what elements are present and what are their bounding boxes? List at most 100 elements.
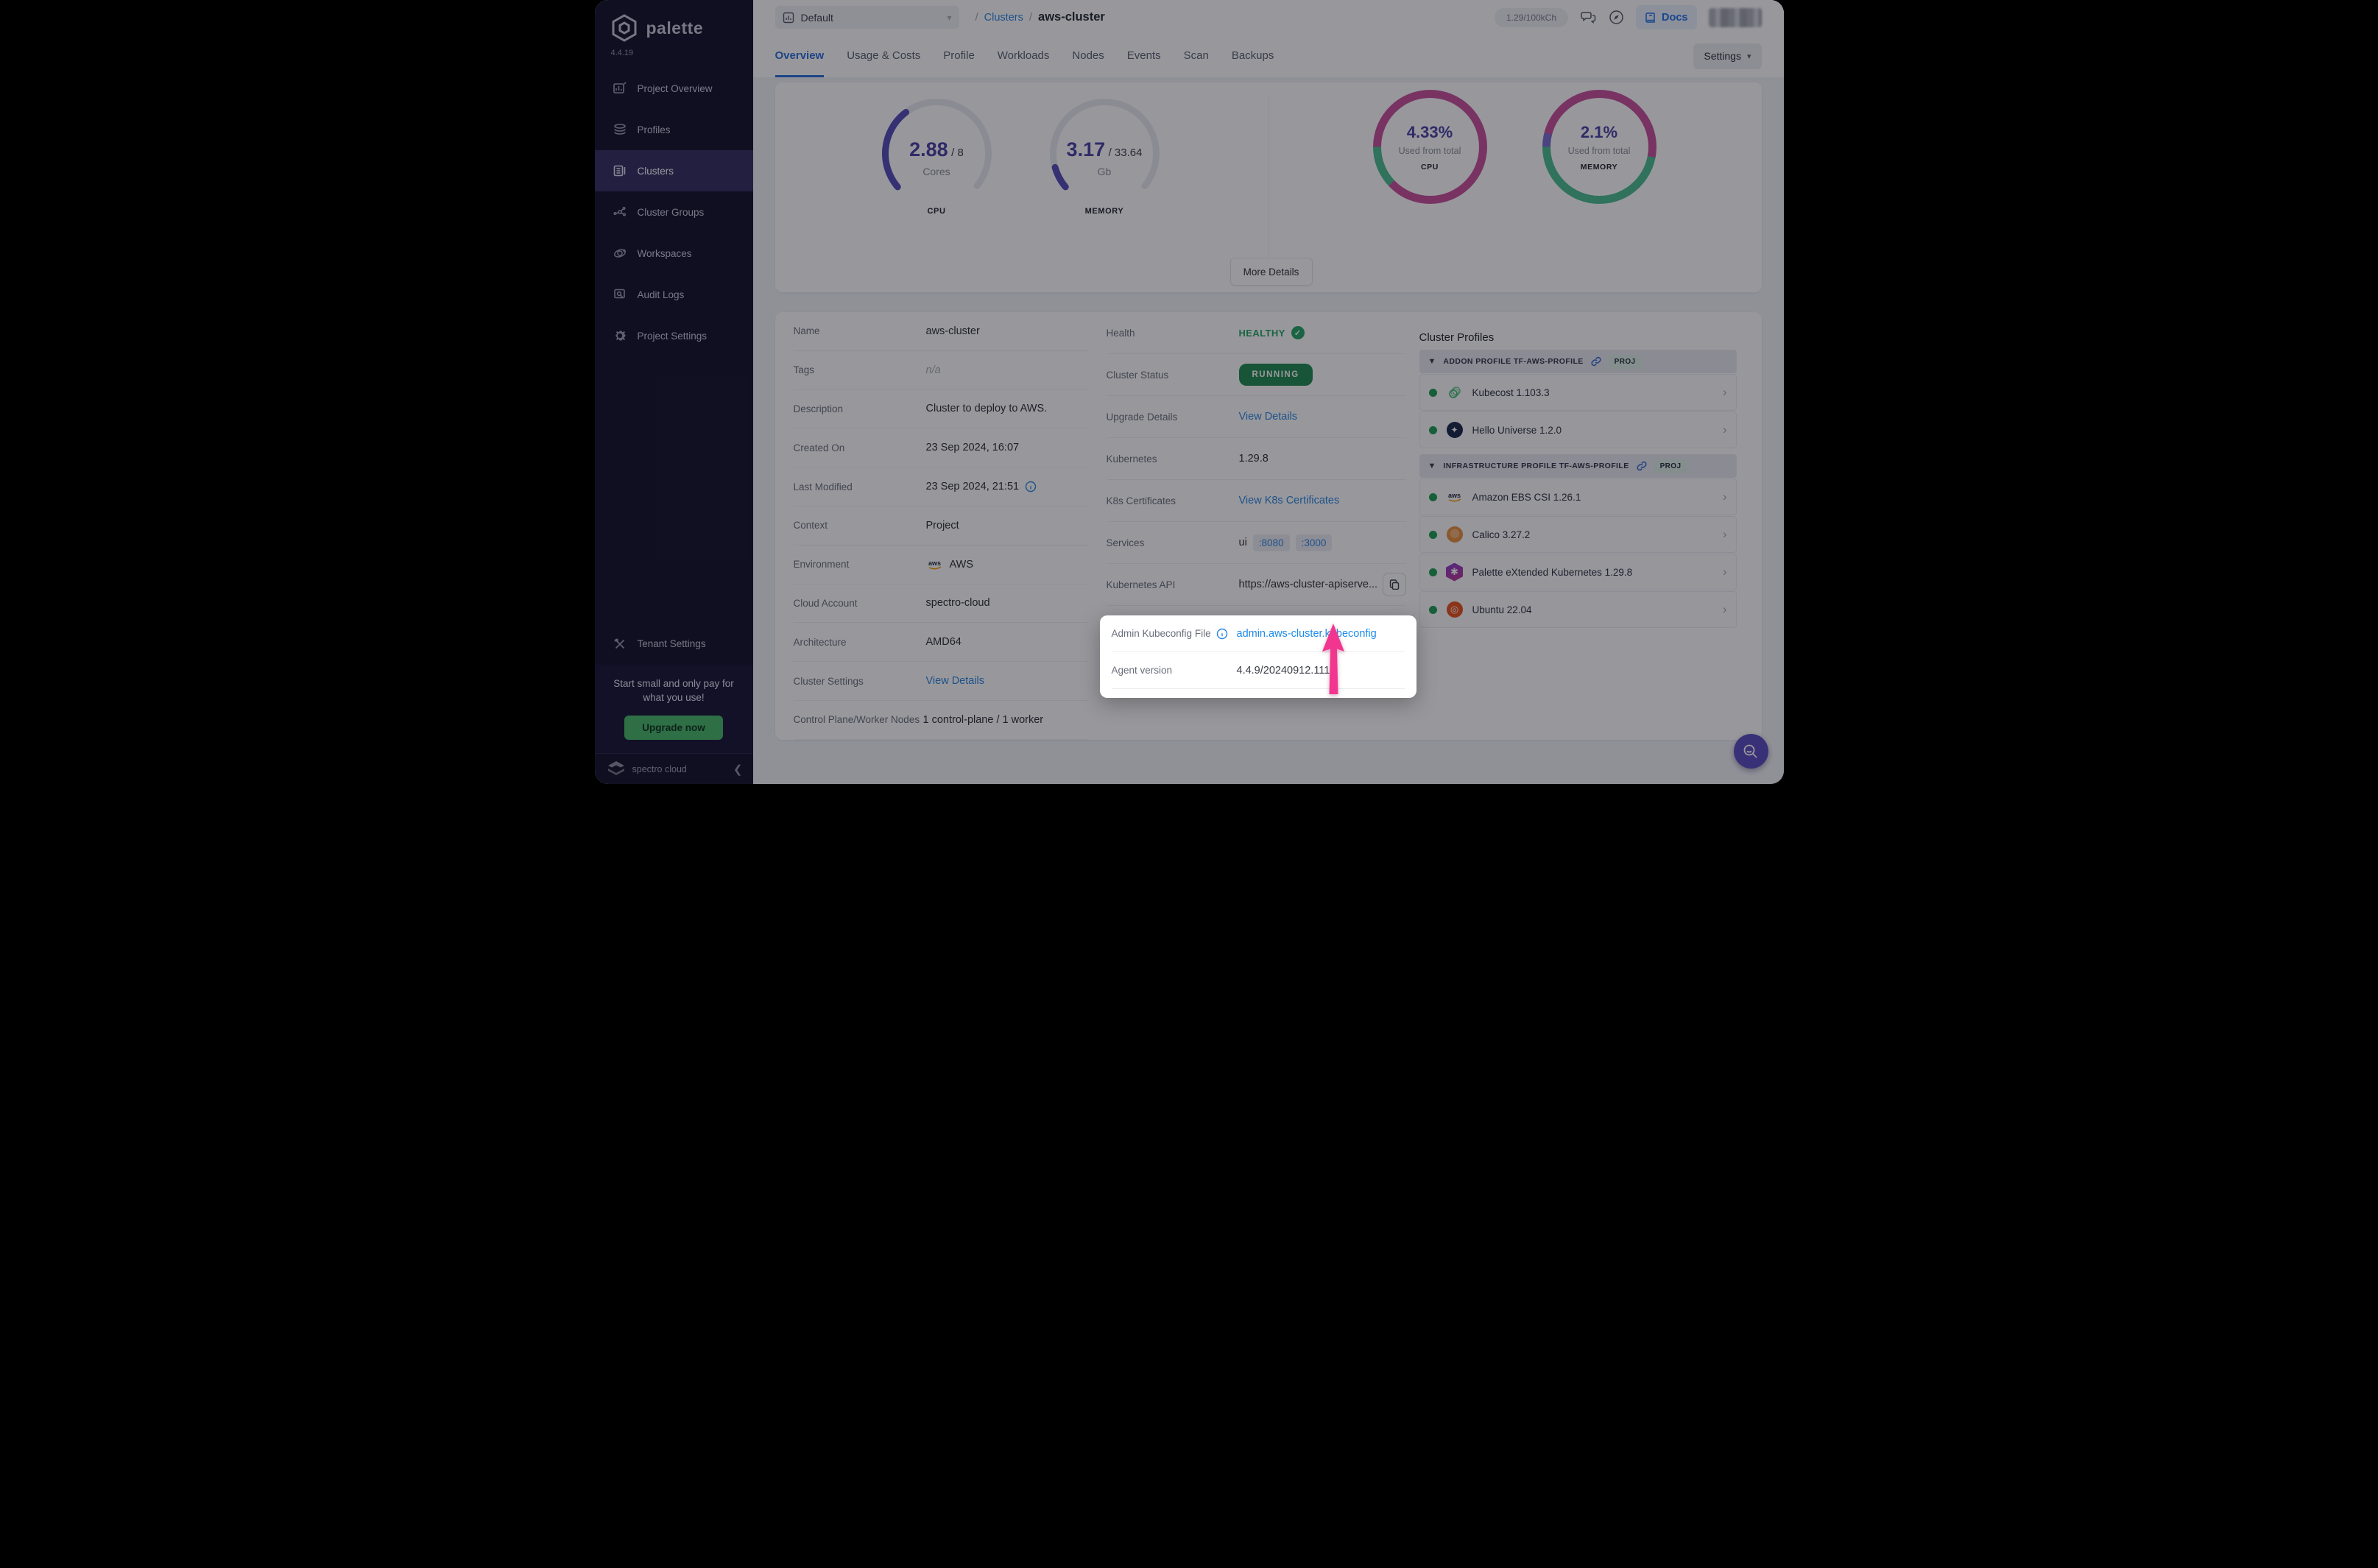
chevron-right-icon: › — [1722, 490, 1727, 504]
sidebar-item-audit-logs[interactable]: Audit Logs — [595, 274, 753, 315]
profile-layer-amazon-ebs-csi[interactable]: aws Amazon EBS CSI 1.26.1 › — [1419, 478, 1737, 515]
kubecost-logo — [1446, 384, 1464, 401]
breadcrumb: / Clusters / aws-cluster — [975, 10, 1105, 24]
user-account-redacted[interactable] — [1708, 7, 1762, 27]
hello-universe-logo: ✦ — [1446, 421, 1464, 439]
tab-profile[interactable]: Profile — [943, 35, 975, 77]
status-dot — [1428, 492, 1437, 501]
profile-layer-calico[interactable]: Calico 3.27.2 › — [1419, 516, 1737, 553]
infrastructure-profile-group-header[interactable]: ▼ INFRASTRUCTURE PROFILE TF-AWS-PROFILE … — [1419, 454, 1737, 478]
detail-row-environment: Environment aws AWS — [793, 545, 1088, 585]
admin-kubeconfig-download-link[interactable]: admin.aws-cluster.kubeconfig — [1237, 628, 1377, 640]
ubuntu-logo: ◎ — [1446, 601, 1464, 618]
project-selector[interactable]: Default ▾ — [775, 6, 959, 29]
status-dot — [1428, 568, 1437, 576]
copy-icon[interactable] — [1383, 573, 1406, 596]
sidebar-item-label: Tenant Settings — [637, 638, 706, 650]
docs-button[interactable]: Docs — [1636, 5, 1697, 29]
breadcrumb-clusters-link[interactable]: Clusters — [984, 12, 1023, 24]
info-icon[interactable] — [1025, 481, 1037, 492]
upgrade-view-details-link[interactable]: View Details — [1239, 411, 1298, 423]
cluster-settings-view-details-link[interactable]: View Details — [926, 675, 985, 687]
tab-scan[interactable]: Scan — [1184, 35, 1209, 77]
brand-header: palette — [595, 0, 753, 44]
chevron-down-icon: ▼ — [1428, 357, 1436, 366]
info-icon[interactable] — [1216, 628, 1228, 640]
check-icon: ✓ — [1291, 326, 1305, 339]
project-selector-value: Default — [800, 11, 833, 24]
project-scope-icon — [783, 12, 794, 24]
detail-row-admin-kubeconfig: Admin Kubeconfig File admin.aws-cluster.… — [1111, 615, 1405, 652]
sidebar-item-label: Profiles — [637, 124, 671, 135]
breadcrumb-current: aws-cluster — [1038, 10, 1105, 24]
collapse-sidebar-icon[interactable]: ❮ — [733, 763, 743, 776]
sidebar-item-tenant-settings[interactable]: Tenant Settings — [595, 624, 753, 665]
tab-workloads[interactable]: Workloads — [998, 35, 1050, 77]
detail-row-nodes: Control Plane/Worker Nodes 1 control-pla… — [793, 701, 1088, 740]
chevron-right-icon: › — [1722, 565, 1727, 579]
chevron-down-icon: ▼ — [1428, 462, 1436, 470]
sidebar-item-profiles[interactable]: Profiles — [595, 109, 753, 150]
top-bar: Default ▾ / Clusters / aws-cluster 1.29/… — [752, 0, 1784, 77]
sidebar-item-label: Workspaces — [637, 247, 692, 259]
sidebar-item-label: Clusters — [637, 165, 674, 177]
sidebar-item-workspaces[interactable]: Workspaces — [595, 233, 753, 274]
tab-nodes[interactable]: Nodes — [1072, 35, 1104, 77]
sidebar-item-cluster-groups[interactable]: Cluster Groups — [595, 191, 753, 233]
service-port-3000-link[interactable]: :3000 — [1295, 534, 1333, 551]
sidebar-item-project-overview[interactable]: Project Overview — [595, 68, 753, 109]
app-version: 4.4.19 — [610, 49, 634, 57]
detail-row-architecture: Architecture AMD64 — [793, 623, 1088, 663]
cluster-info-column: Name aws-cluster Tags n/a Description Cl… — [793, 312, 1088, 740]
service-port-8080-link[interactable]: :8080 — [1252, 534, 1290, 551]
detail-row-agent-version: Agent version 4.4.9/20240912.1118 — [1111, 652, 1405, 689]
health-status: HEALTHY ✓ — [1239, 326, 1305, 339]
audit-log-icon — [613, 287, 627, 302]
detail-row-cloud-account: Cloud Account spectro-cloud — [793, 585, 1088, 624]
sidebar-footer: spectro cloud ❮ — [594, 753, 753, 784]
status-dot — [1428, 388, 1437, 397]
view-k8s-certificates-link[interactable]: View K8s Certificates — [1239, 495, 1340, 506]
svg-text:aws: aws — [1448, 492, 1461, 499]
more-details-button[interactable]: More Details — [1229, 258, 1313, 286]
profile-layer-palette-extended-kubernetes[interactable]: ✱ Palette eXtended Kubernetes 1.29.8 › — [1419, 554, 1737, 590]
sidebar-item-label: Cluster Groups — [637, 206, 705, 218]
running-status-badge: RUNNING — [1238, 364, 1313, 386]
addon-profile-group-header[interactable]: ▼ ADDON PROFILE TF-AWS-PROFILE PROJ — [1419, 350, 1737, 373]
settings-button[interactable]: Settings ▾ — [1693, 43, 1762, 69]
gear-icon — [613, 328, 627, 343]
detail-row-name: Name aws-cluster — [793, 312, 1088, 351]
aws-logo: aws — [1446, 488, 1464, 506]
tab-overview[interactable]: Overview — [775, 35, 825, 77]
status-dot — [1428, 605, 1437, 614]
network-icon — [613, 205, 627, 219]
tools-icon — [613, 637, 627, 651]
profile-layer-ubuntu[interactable]: ◎ Ubuntu 22.04 › — [1419, 591, 1737, 628]
detail-row-upgrade-details: Upgrade Details View Details — [1106, 396, 1406, 438]
cpu-total-donut: 4.33% Used from total CPU — [1372, 90, 1487, 204]
chevron-right-icon: › — [1722, 602, 1727, 616]
sidebar-item-clusters[interactable]: Clusters — [594, 150, 753, 191]
orbit-icon — [613, 246, 627, 261]
profile-layer-hello-universe[interactable]: ✦ Hello Universe 1.2.0 › — [1419, 412, 1737, 448]
link-icon — [1637, 461, 1647, 471]
search-fab-button[interactable] — [1733, 734, 1768, 769]
detail-row-kubernetes-api: Kubernetes API https://aws-cluster-apise… — [1106, 564, 1406, 606]
tab-events[interactable]: Events — [1127, 35, 1161, 77]
upgrade-now-button[interactable]: Upgrade now — [624, 716, 723, 740]
chevron-right-icon: › — [1722, 385, 1727, 399]
tab-backups[interactable]: Backups — [1232, 35, 1274, 77]
layers-icon — [613, 122, 627, 137]
detail-row-last-modified: Last Modified 23 Sep 2024, 21:51 — [793, 467, 1088, 506]
sidebar-item-project-settings[interactable]: Project Settings — [595, 315, 753, 356]
tab-usage-costs[interactable]: Usage & Costs — [847, 35, 920, 77]
compass-icon[interactable] — [1608, 10, 1624, 26]
chevron-right-icon: › — [1722, 423, 1727, 437]
metrics-card: 2.88 / 8 Cores CPU 3.17 / 33.64 Gb MEMOR… — [775, 82, 1762, 292]
search-icon — [1742, 743, 1760, 760]
detail-row-kubernetes: Kubernetes 1.29.8 — [1106, 438, 1406, 480]
palette-logo-icon — [610, 13, 639, 43]
profile-layer-kubecost[interactable]: Kubecost 1.103.3 › — [1419, 374, 1737, 411]
chat-icon[interactable] — [1580, 10, 1596, 26]
